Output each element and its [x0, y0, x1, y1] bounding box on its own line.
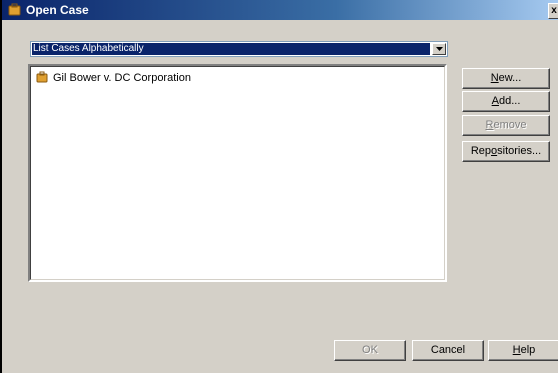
- case-folder-icon: [36, 71, 48, 83]
- case-name: Gil Bower v. DC Corporation: [53, 72, 191, 84]
- close-button[interactable]: x: [548, 3, 558, 19]
- window-title: Open Case: [26, 3, 89, 17]
- new-button[interactable]: New...: [462, 68, 550, 89]
- cancel-button[interactable]: Cancel: [412, 340, 484, 361]
- help-button[interactable]: Help: [488, 340, 558, 361]
- ok-button[interactable]: OK: [334, 340, 406, 361]
- sort-dropdown-value: List Cases Alphabetically: [32, 43, 430, 55]
- case-list[interactable]: Gil Bower v. DC Corporation: [28, 64, 447, 282]
- repositories-button[interactable]: Repositories...: [462, 141, 550, 162]
- title-bar[interactable]: Open Case x: [2, 0, 558, 20]
- case-folder-icon: [8, 3, 21, 16]
- sort-dropdown[interactable]: List Cases Alphabetically: [30, 41, 448, 57]
- remove-button[interactable]: Remove: [462, 115, 550, 136]
- chevron-down-icon: [436, 47, 443, 51]
- open-case-dialog: Open Case x List Cases Alphabetically Gi…: [0, 0, 558, 373]
- add-button[interactable]: Add...: [462, 91, 550, 112]
- dropdown-arrow-button[interactable]: [432, 43, 446, 55]
